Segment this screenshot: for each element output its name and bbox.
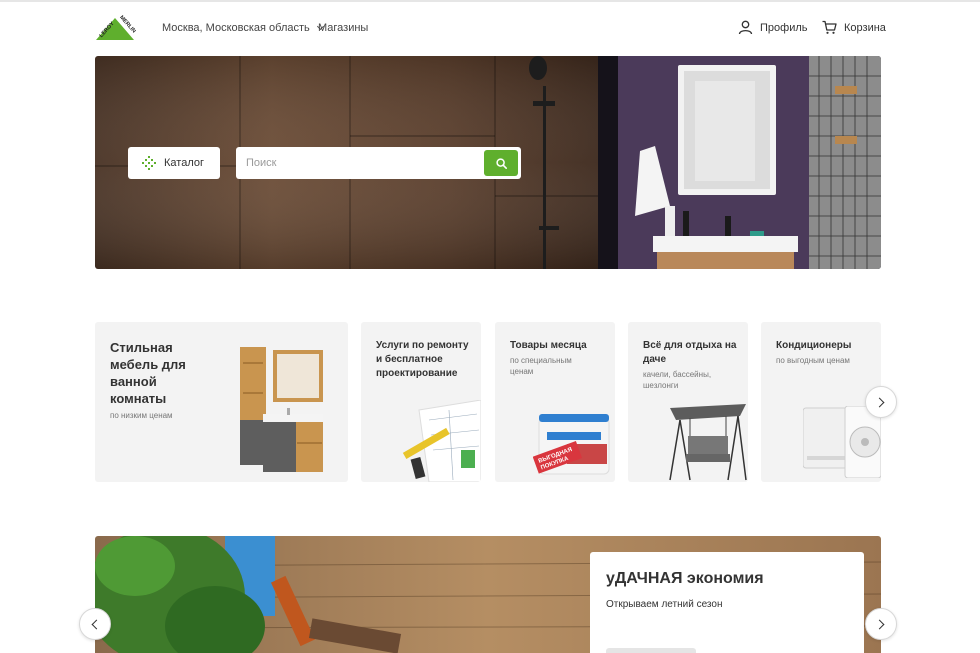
card-repair-services[interactable]: Услуги по ремонту и бесплатное проектиро… xyxy=(361,322,481,482)
promo-cta-button[interactable] xyxy=(606,648,696,653)
cart-icon xyxy=(822,20,837,34)
promo-title: уДАЧНАЯ экономия xyxy=(606,570,764,587)
promo-subtitle: Открываем летний сезон xyxy=(606,599,723,610)
cards-next-button[interactable] xyxy=(865,386,897,418)
stores-link[interactable]: Магазины xyxy=(318,22,368,34)
bathroom-furniture-image xyxy=(240,347,323,472)
card-title: Услуги по ремонту и бесплатное проектиро… xyxy=(376,340,469,379)
card-title: Стильная мебель для ванной комнаты xyxy=(110,340,186,406)
profile-button[interactable]: Профиль xyxy=(738,20,808,35)
chevron-right-icon xyxy=(874,397,885,407)
search-button[interactable] xyxy=(484,150,518,176)
card-subtitle: по специальным ценам xyxy=(510,356,572,376)
user-icon xyxy=(738,20,753,35)
promo-prev-button[interactable] xyxy=(79,608,111,640)
card-products-of-month[interactable]: Товары месяца по специальным ценам ВЫГОД… xyxy=(495,322,615,482)
chevron-right-icon xyxy=(874,619,885,629)
catalog-label: Каталог xyxy=(164,157,204,169)
cart-label: Корзина xyxy=(844,21,886,34)
repair-services-image xyxy=(402,400,481,482)
promo-panel: уДАЧНАЯ экономия Открываем летний сезон xyxy=(590,552,864,653)
paint-bucket-image: ВЫГОДНАЯ ПОКУПКА xyxy=(533,414,610,475)
profile-label: Профиль xyxy=(760,21,808,34)
catalog-button[interactable]: Каталог xyxy=(128,147,220,179)
chevron-left-icon xyxy=(91,619,102,629)
region-label: Москва, Московская область xyxy=(162,22,310,34)
promo-next-button[interactable] xyxy=(865,608,897,640)
card-country-rest[interactable]: Всё для отдыха на даче качели, бассейны,… xyxy=(628,322,748,482)
search-icon xyxy=(495,157,507,169)
card-title: Кондиционеры xyxy=(776,340,852,351)
air-conditioner-image xyxy=(803,406,881,478)
site-header: LEROY MERLIN Москва, Московская область … xyxy=(0,2,980,54)
card-subtitle: по низким ценам xyxy=(110,411,173,420)
card-bathroom-furniture[interactable]: Стильная мебель для ванной комнаты по ни… xyxy=(95,322,348,482)
catalog-icon xyxy=(142,156,156,170)
card-title: Товары месяца xyxy=(510,340,587,351)
region-selector[interactable]: Москва, Московская область xyxy=(162,22,324,34)
card-subtitle: качели, бассейны, шезлонги xyxy=(643,370,712,390)
card-subtitle: по выгодным ценам xyxy=(776,356,850,365)
cart-button[interactable]: Корзина xyxy=(822,20,886,35)
card-title: Всё для отдыха на даче xyxy=(643,340,737,365)
logo[interactable]: LEROY MERLIN xyxy=(94,14,136,42)
card-air-conditioners[interactable]: Кондиционеры по выгодным ценам xyxy=(761,322,881,482)
garden-swing-image xyxy=(669,404,747,481)
search-bar xyxy=(236,147,521,179)
search-input[interactable] xyxy=(236,147,476,179)
